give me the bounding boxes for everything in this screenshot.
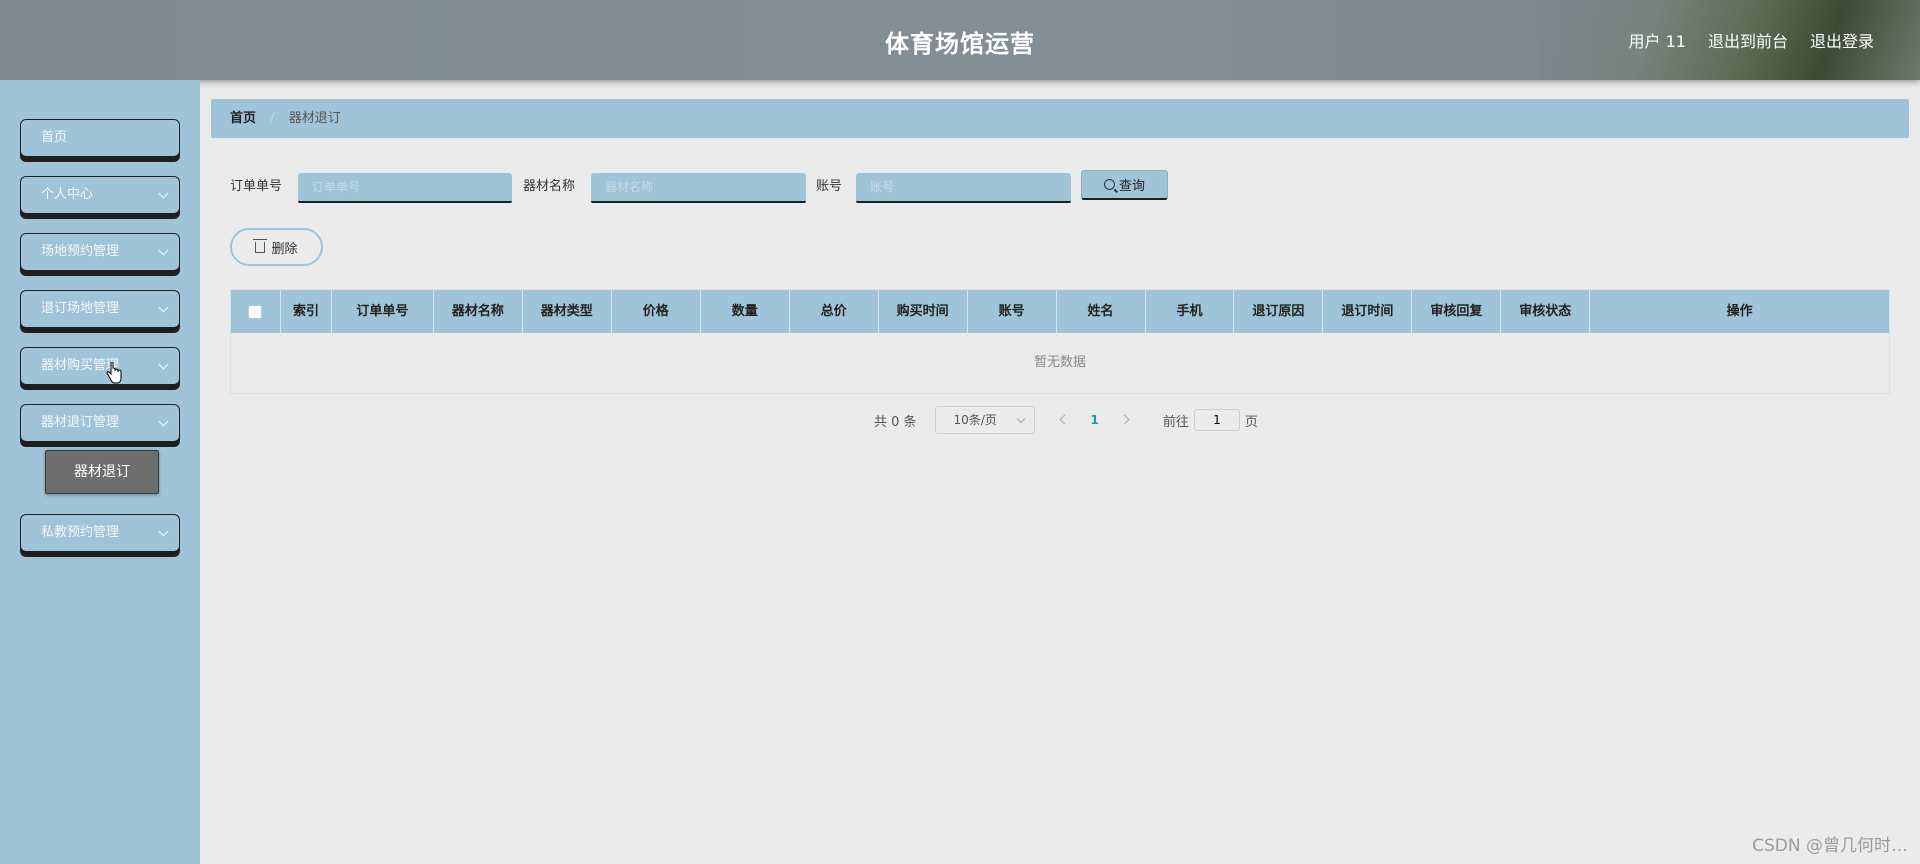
column-header[interactable]: 退订原因: [1234, 290, 1324, 333]
select-all-cell: [231, 290, 281, 333]
goto-suffix: 页: [1244, 414, 1258, 430]
equipment-name-label: 器材名称: [523, 179, 576, 194]
breadcrumb-home[interactable]: 首页: [230, 111, 256, 126]
page-size-value: 10条/页: [953, 413, 997, 427]
chevron-down-icon: [1016, 414, 1025, 424]
breadcrumb-separator: /: [270, 111, 275, 126]
empty-state: 暂无数据: [1033, 355, 1086, 370]
breadcrumb: 首页 / 器材退订: [211, 99, 1909, 138]
column-header[interactable]: 价格: [612, 290, 701, 333]
equipment-name-input[interactable]: [591, 173, 806, 203]
delete-button-label: 删除: [271, 241, 298, 257]
total-count: 共 0 条: [874, 414, 917, 430]
sidebar-item-label: 场地预约管理: [41, 244, 120, 259]
order-number-label: 订单单号: [230, 179, 283, 194]
sidebar-item-label: 退订场地管理: [41, 301, 120, 316]
sidebar-item-home[interactable]: 首页: [20, 119, 180, 157]
current-user[interactable]: 用户 11: [1629, 28, 1686, 52]
column-header: 操作: [1726, 304, 1753, 319]
column-header[interactable]: 索引: [281, 290, 332, 333]
column-header[interactable]: 账号: [968, 290, 1057, 333]
hand-cursor-icon: [106, 362, 122, 384]
chevron-down-icon: [158, 188, 169, 199]
page-size-select[interactable]: 10条/页: [934, 406, 1035, 434]
sidebar-item-label: 个人中心: [41, 187, 94, 202]
delete-button[interactable]: 删除: [230, 228, 323, 266]
column-header[interactable]: 姓名: [1057, 290, 1146, 333]
sidebar-item-venue-booking[interactable]: 场地预约管理: [20, 233, 180, 271]
prev-page-icon[interactable]: [1057, 413, 1071, 427]
order-number-input[interactable]: [298, 173, 512, 203]
submenu-item-equipment-cancel[interactable]: 器材退订: [45, 450, 159, 494]
query-button-label: 查询: [1118, 179, 1145, 194]
search-icon: [1103, 179, 1115, 190]
pagination: 共 0 条 10条/页 1 前往 页: [874, 405, 1258, 435]
sidebar-item-coach-booking[interactable]: 私教预约管理: [20, 514, 180, 552]
back-to-front-link[interactable]: 退出到前台: [1708, 28, 1788, 52]
header-user-area: 用户 11 退出到前台 退出登录: [1629, 28, 1874, 52]
account-label: 账号: [816, 179, 843, 194]
page-number-current[interactable]: 1: [1091, 413, 1099, 427]
sidebar-item-label: 首页: [41, 130, 68, 145]
column-header[interactable]: 订单单号: [332, 290, 434, 333]
column-header[interactable]: 数量: [701, 290, 790, 333]
column-header[interactable]: 审核状态: [1501, 290, 1591, 333]
sidebar-item-label: 私教预约管理: [41, 525, 120, 540]
chevron-down-icon: [158, 416, 169, 427]
column-header[interactable]: 购买时间: [879, 290, 968, 333]
sidebar-item-venue-cancel[interactable]: 退订场地管理: [20, 290, 180, 328]
table-header: 索引 订单单号 器材名称 器材类型 价格 数量 总价 购买时间 账号 姓名 手机…: [231, 290, 1889, 333]
sidebar: 首页 个人中心 场地预约管理 退订场地管理 器材购买管理 器材退订管理 器材退订…: [0, 80, 200, 864]
goto-page-input[interactable]: [1193, 409, 1240, 431]
watermark: CSDN @曾几何时…: [1752, 836, 1908, 856]
logout-link[interactable]: 退出登录: [1810, 28, 1874, 52]
column-header[interactable]: 器材名称: [434, 290, 523, 333]
query-button[interactable]: 查询: [1081, 170, 1168, 200]
account-input[interactable]: [856, 173, 1071, 203]
chevron-down-icon: [158, 245, 169, 256]
chevron-down-icon: [158, 359, 169, 370]
top-header: 体育场馆运营 用户 11 退出到前台 退出登录: [0, 0, 1920, 80]
trash-icon: [253, 238, 268, 253]
next-page-icon[interactable]: [1119, 413, 1133, 427]
sidebar-item-label: 器材退订管理: [41, 415, 120, 430]
column-header[interactable]: 手机: [1146, 290, 1235, 333]
select-all-checkbox[interactable]: [248, 304, 263, 319]
data-table: 索引 订单单号 器材名称 器材类型 价格 数量 总价 购买时间 账号 姓名 手机…: [230, 289, 1890, 394]
column-header[interactable]: 器材类型: [523, 290, 612, 333]
column-header[interactable]: 总价: [790, 290, 879, 333]
chevron-down-icon: [158, 302, 169, 313]
sidebar-item-personal-center[interactable]: 个人中心: [20, 176, 180, 214]
breadcrumb-current: 器材退订: [288, 111, 341, 126]
column-header[interactable]: 退订时间: [1323, 290, 1413, 333]
chevron-down-icon: [158, 526, 169, 537]
goto-prefix: 前往: [1162, 414, 1189, 430]
sidebar-item-equipment-cancel[interactable]: 器材退订管理: [20, 404, 180, 442]
sidebar-item-equipment-purchase[interactable]: 器材购买管理: [20, 347, 180, 385]
column-header[interactable]: 审核回复: [1412, 290, 1502, 333]
